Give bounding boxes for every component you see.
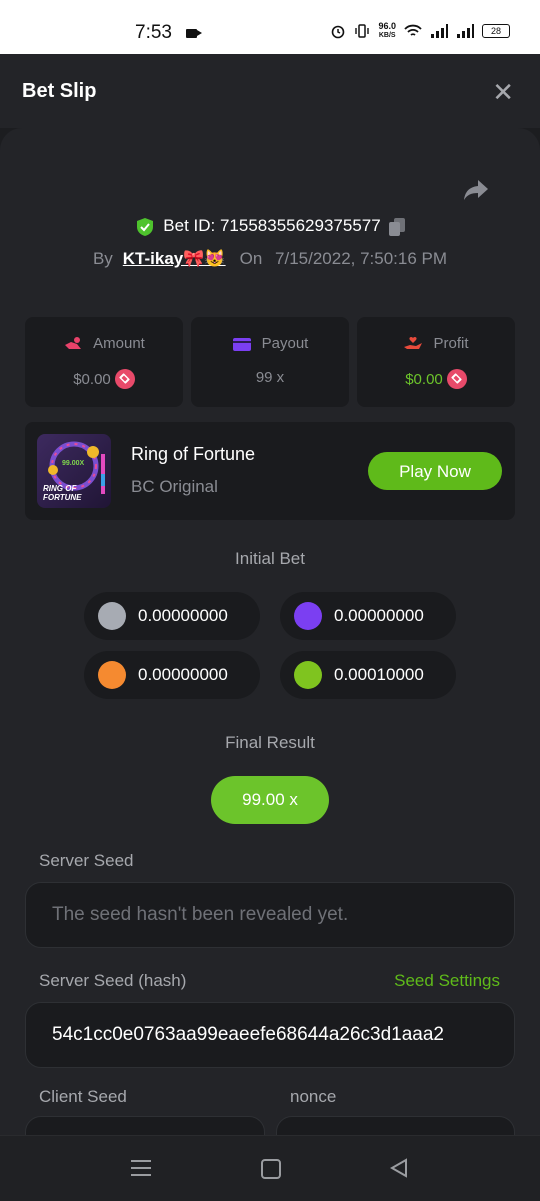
share-icon[interactable] bbox=[462, 178, 490, 202]
hand-heart-icon bbox=[404, 336, 423, 349]
bet-coin-item: 0.00000000 bbox=[84, 592, 260, 640]
signal-icon bbox=[457, 24, 474, 38]
payout-value: 99 x bbox=[255, 369, 285, 386]
bet-coin-item: 0.00000000 bbox=[280, 592, 456, 640]
game-card[interactable]: 99.00X RING OF FORTUNE Ring of Fortune BC… bbox=[25, 422, 515, 520]
home-icon[interactable] bbox=[261, 1159, 281, 1179]
nonce-label: nonce bbox=[290, 1087, 337, 1106]
recents-icon[interactable] bbox=[131, 1160, 151, 1181]
final-result-badge: 99.00 x bbox=[211, 776, 329, 824]
profit-card: Profit $0.00 bbox=[357, 317, 515, 407]
tron-coin-icon bbox=[114, 369, 135, 389]
server-seed-hash-label: Server Seed (hash) bbox=[39, 971, 187, 990]
initial-bet-label: Initial Bet bbox=[235, 549, 305, 568]
page-title: Bet Slip bbox=[22, 80, 97, 102]
game-thumbnail: 99.00X RING OF FORTUNE bbox=[37, 434, 111, 508]
profit-value: $0.00 bbox=[405, 370, 443, 388]
status-bar: 7:53 96.0 KB/S 28 bbox=[0, 0, 540, 54]
video-camera-icon bbox=[186, 29, 202, 38]
status-icons: 96.0 KB/S 28 bbox=[330, 22, 510, 40]
coin-amount: 0.00000000 bbox=[138, 606, 228, 625]
bet-coin-item: 0.00000000 bbox=[84, 651, 260, 699]
play-now-button[interactable]: Play Now bbox=[368, 452, 502, 490]
coin-icon bbox=[98, 602, 126, 630]
coin-icon bbox=[294, 602, 322, 630]
game-name: Ring of Fortune bbox=[131, 444, 256, 464]
wallet-icon bbox=[232, 337, 251, 351]
thumb-title: RING OF FORTUNE bbox=[43, 484, 82, 502]
bet-id: Bet ID: 71558355629375577 bbox=[163, 216, 381, 235]
final-result-label: Final Result bbox=[225, 733, 315, 752]
server-seed-field[interactable]: The seed hasn't been revealed yet. bbox=[25, 882, 515, 948]
battery-icon: 28 bbox=[482, 24, 510, 38]
wifi-icon bbox=[404, 24, 422, 36]
network-speed: 96.0 KB/S bbox=[378, 21, 396, 40]
by-label: By bbox=[92, 249, 113, 268]
back-icon[interactable] bbox=[390, 1158, 408, 1178]
coin-icon bbox=[294, 661, 322, 689]
coin-amount: 0.00010000 bbox=[334, 665, 424, 684]
vibrate-icon bbox=[355, 24, 370, 38]
server-seed-label: Server Seed bbox=[39, 851, 134, 870]
amount-value: $0.00 bbox=[73, 370, 111, 388]
alarm-icon bbox=[332, 25, 345, 39]
bet-date: 7/15/2022, 7:50:16 PM bbox=[275, 249, 448, 268]
signal-icon bbox=[431, 24, 448, 38]
shield-check-icon bbox=[137, 217, 154, 236]
status-time: 7:53 bbox=[135, 22, 172, 43]
close-icon[interactable]: ✕ bbox=[492, 77, 514, 108]
thumb-multiplier: 99.00X bbox=[62, 460, 85, 467]
hand-coin-icon bbox=[65, 336, 82, 349]
username-link[interactable]: KT-ikay🎀😻 bbox=[123, 249, 226, 268]
bet-id-row: Bet ID: 71558355629375577 bbox=[0, 216, 540, 237]
bet-coin-item: 0.00010000 bbox=[280, 651, 456, 699]
server-seed-hash-field[interactable]: 54c1cc0e0763aa99eaeefe68644a26c3d1aaa2 bbox=[25, 1002, 515, 1068]
profit-label: Profit bbox=[433, 335, 469, 352]
tron-coin-icon bbox=[446, 369, 467, 389]
system-nav-bar bbox=[0, 1135, 540, 1201]
copy-icon[interactable] bbox=[388, 217, 405, 236]
coin-amount: 0.00000000 bbox=[334, 606, 424, 625]
amount-card: Amount $0.00 bbox=[25, 317, 183, 407]
payout-label: Payout bbox=[261, 335, 309, 352]
payout-card: Payout 99 x bbox=[191, 317, 349, 407]
on-label: On bbox=[239, 249, 263, 268]
seed-settings-link[interactable]: Seed Settings bbox=[394, 971, 500, 991]
bet-author-row: By KT-ikay🎀😻 On 7/15/2022, 7:50:16 PM bbox=[0, 249, 540, 269]
coin-amount: 0.00000000 bbox=[138, 665, 228, 684]
coin-icon bbox=[98, 661, 126, 689]
amount-label: Amount bbox=[93, 335, 145, 352]
client-seed-label: Client Seed bbox=[39, 1087, 127, 1106]
game-provider: BC Original bbox=[131, 477, 218, 496]
